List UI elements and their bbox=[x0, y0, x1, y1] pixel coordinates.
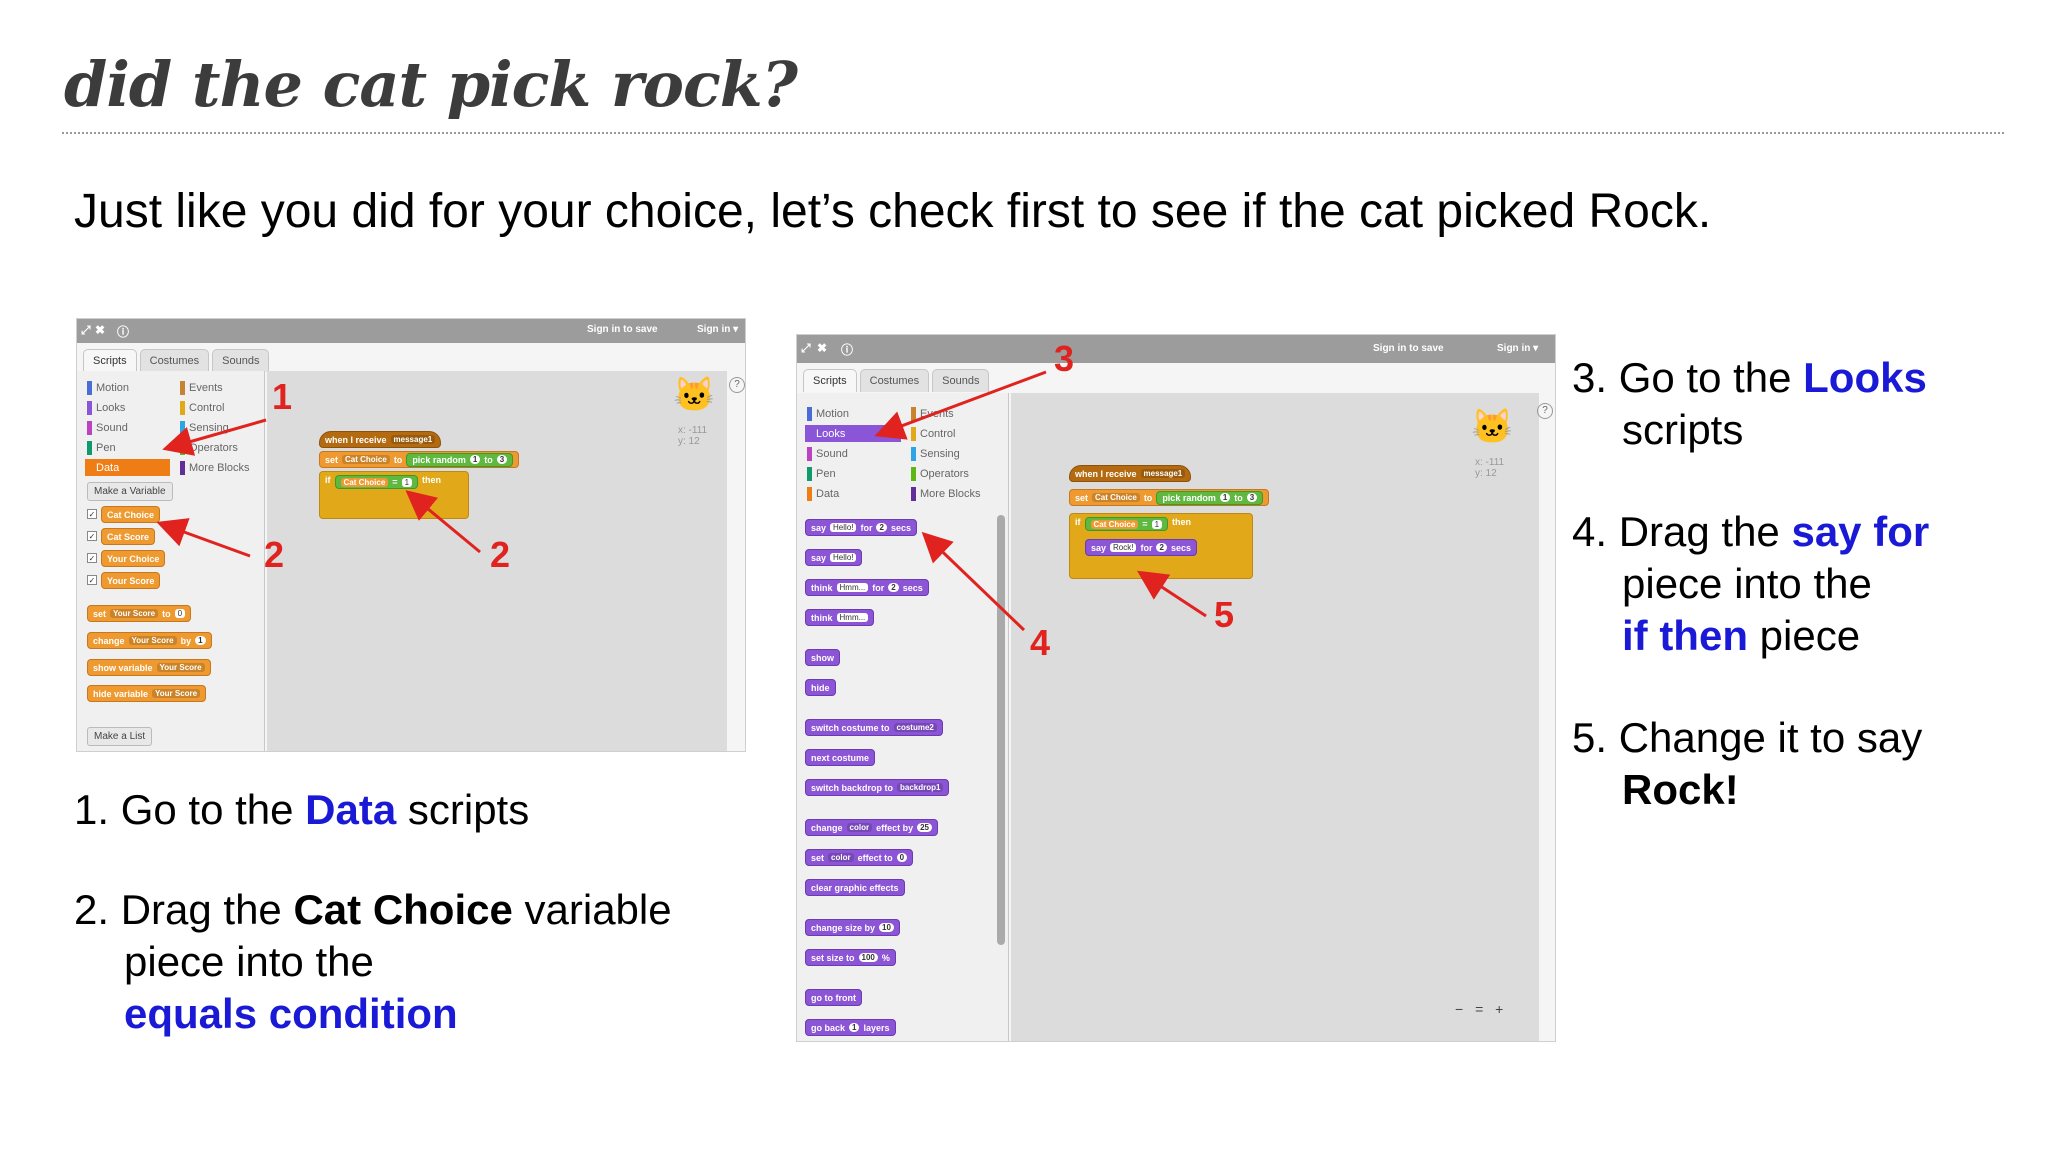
step-2-caption: 2. Drag the Cat Choice variable piece in… bbox=[74, 884, 672, 1040]
step-1-keyword: Data bbox=[305, 786, 397, 833]
arrow-2a bbox=[156, 518, 251, 558]
step-2-keyword: Cat Choice bbox=[293, 886, 513, 933]
step-4-caption: 4. Drag the say for piece into the if th… bbox=[1572, 508, 1930, 659]
slide: did the cat pick rock? Just like you did… bbox=[0, 0, 2048, 1152]
arrow-4 bbox=[921, 531, 1026, 632]
step-4-keyword-if-then: if then bbox=[1622, 612, 1748, 659]
arrow-2b bbox=[405, 490, 481, 554]
arrow-3 bbox=[874, 370, 1047, 440]
step-1-caption: 1. Go to the Data scripts bbox=[74, 786, 530, 833]
step-5-caption: 5. Change it to say Rock! bbox=[1572, 712, 1922, 816]
step-3-keyword: Looks bbox=[1803, 354, 1927, 401]
step-5-keyword: Rock! bbox=[1622, 766, 1739, 813]
arrow-1 bbox=[162, 418, 267, 456]
arrow-5 bbox=[1136, 570, 1207, 618]
step-3-caption: 3. Go to the Looks scripts bbox=[1572, 354, 1927, 453]
step-4-keyword: say for bbox=[1791, 508, 1930, 555]
step-2-keyword-equals: equals condition bbox=[124, 990, 458, 1037]
